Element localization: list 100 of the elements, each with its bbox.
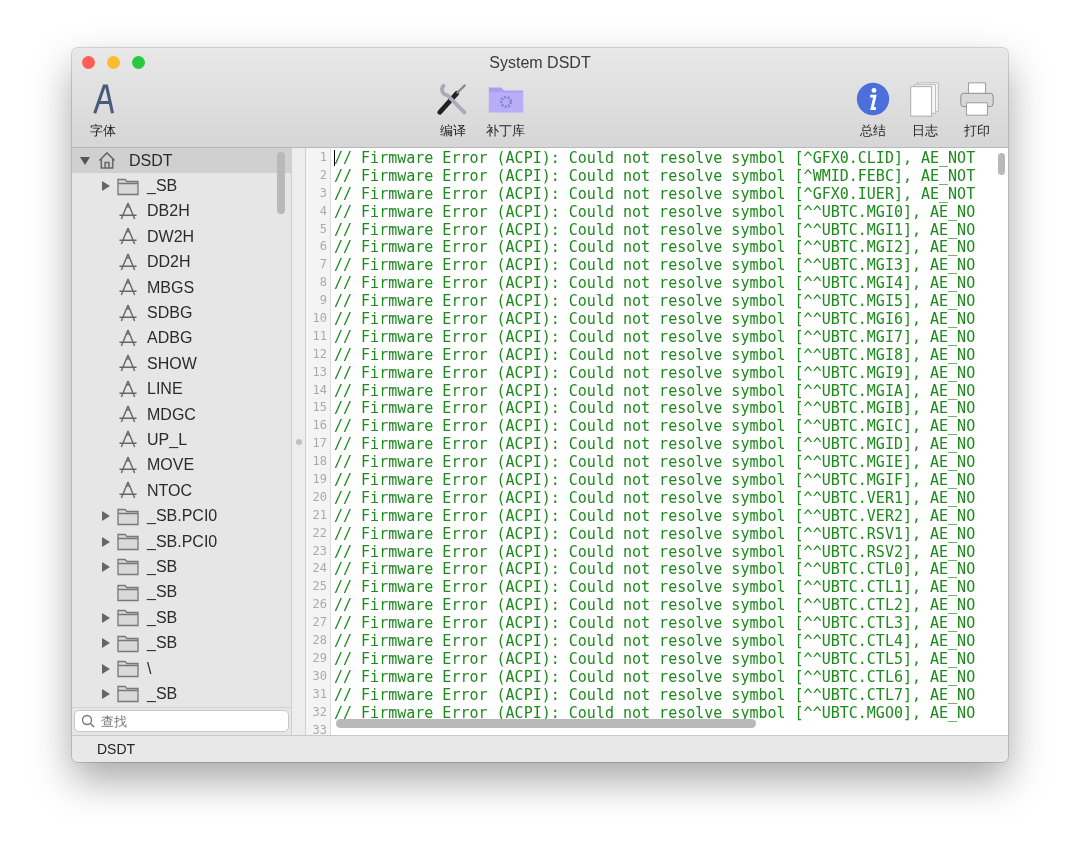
outline-item[interactable]: \ <box>72 655 291 682</box>
code-line: // Firmware Error (ACPI): Could not resolve symbol [^^UBTC.MGI2], AE_NO <box>334 238 976 257</box>
compass-icon <box>117 354 139 374</box>
code-line: // Firmware Error (ACPI): Could not resolve symbol [^^UBTC.CTL5], AE_NO <box>334 649 976 668</box>
search-icon <box>81 714 95 728</box>
code-line: // Firmware Error (ACPI): Could not resolve symbol [^^UBTC.MGIB], AE_NO <box>334 399 976 418</box>
outline-item[interactable]: _SB <box>72 173 291 199</box>
folder-icon <box>117 506 139 526</box>
print-toolbar-button[interactable]: 打印 <box>954 80 1000 140</box>
collapsed-triangle-icon[interactable] <box>101 511 111 522</box>
outline-item[interactable]: SHOW <box>72 351 291 377</box>
folder-icon <box>117 633 139 653</box>
line-number: 6 <box>318 238 328 256</box>
collapsed-triangle-icon[interactable] <box>101 561 111 572</box>
scrollbar-thumb[interactable] <box>998 153 1005 175</box>
line-number: 4 <box>318 202 328 220</box>
collapsed-triangle-icon[interactable] <box>101 663 111 674</box>
compass-icon <box>117 278 139 298</box>
collapsed-triangle-icon[interactable] <box>101 638 111 649</box>
code-line: // Firmware Error (ACPI): Could not resolve symbol [^^UBTC.MGI0], AE_NO <box>334 202 976 221</box>
patch-toolbar-button[interactable]: 补丁库 <box>482 80 529 140</box>
compass-icon <box>117 379 139 399</box>
code-line: // Firmware Error (ACPI): Could not resolve symbol [^^UBTC.MGI1], AE_NO <box>334 220 976 239</box>
code-line: // Firmware Error (ACPI): Could not resolve symbol [^^UBTC.RSV1], AE_NO <box>334 524 976 543</box>
compass-icon <box>117 328 139 348</box>
code-line: // Firmware Error (ACPI): Could not resolve symbol [^^UBTC.MGID], AE_NO <box>334 435 976 454</box>
compass-icon <box>117 252 139 272</box>
collapsed-triangle-icon[interactable] <box>101 688 111 699</box>
code-line: // Firmware Error (ACPI): Could not resolve symbol [^^UBTC.MGI8], AE_NO <box>334 345 976 364</box>
outline-item[interactable]: MBGS <box>72 274 291 301</box>
line-number: 7 <box>318 256 328 274</box>
scrollbar-thumb[interactable] <box>277 152 285 214</box>
compass-icon <box>117 405 139 425</box>
compile-toolbar-button[interactable]: 编译 <box>430 80 476 140</box>
collapsed-triangle-icon[interactable] <box>101 612 111 623</box>
compass-icon <box>117 481 139 501</box>
line-number: 24 <box>311 560 328 578</box>
line-number: 28 <box>311 632 328 650</box>
folder-icon <box>117 557 139 577</box>
line-number: 5 <box>318 220 328 238</box>
outline-item[interactable]: _SB <box>72 681 291 707</box>
outline-item[interactable]: DW2H <box>72 224 291 250</box>
line-number: 1 <box>318 149 328 166</box>
font-toolbar-button[interactable]: 字体 <box>80 80 126 140</box>
outline-item[interactable]: LINE <box>72 376 291 402</box>
code-line: // Firmware Error (ACPI): Could not resolve symbol [^^UBTC.CTL1], AE_NO <box>334 578 976 597</box>
scrollbar-thumb[interactable] <box>336 719 756 728</box>
outline-item[interactable]: ADBG <box>72 325 291 352</box>
search-field[interactable]: 查找 <box>74 710 289 732</box>
outline-item[interactable]: _SB.PCI0 <box>72 528 291 555</box>
house-icon <box>96 151 118 171</box>
outline-item[interactable]: SDBG <box>72 300 291 326</box>
info-icon <box>854 80 892 118</box>
outline-item[interactable]: _SB <box>72 579 291 606</box>
folder-icon <box>117 532 139 552</box>
line-number: 9 <box>318 292 328 310</box>
outline-item[interactable]: DD2H <box>72 249 291 275</box>
collapsed-triangle-icon[interactable] <box>101 536 111 547</box>
code-line: // Firmware Error (ACPI): Could not resolve symbol [^^UBTC.MGI3], AE_NO <box>334 256 976 275</box>
line-number: 19 <box>311 471 328 489</box>
line-number: 2 <box>318 166 328 184</box>
code-line: // Firmware Error (ACPI): Could not resolve symbol [^^UBTC.VER1], AE_NO <box>334 488 976 507</box>
line-number: 27 <box>311 614 328 632</box>
line-number: 29 <box>311 649 328 667</box>
line-number: 11 <box>311 327 328 345</box>
collapsed-triangle-icon[interactable] <box>101 181 111 192</box>
line-number: 15 <box>311 399 328 417</box>
code-line: // Firmware Error (ACPI): Could not resolve symbol [^^UBTC.VER2], AE_NO <box>334 506 976 525</box>
outline-item[interactable]: MOVE <box>72 452 291 479</box>
code-line: // Firmware Error (ACPI): Could not resolve symbol [^^UBTC.CTL0], AE_NO <box>334 560 976 579</box>
outline-item[interactable]: _SB <box>72 605 291 631</box>
outline-item[interactable]: _SB.PCI0 <box>72 503 291 529</box>
outline-item[interactable]: DSDT <box>72 148 291 174</box>
code-line: // Firmware Error (ACPI): Could not resolve symbol [^^UBTC.MGO0], AE_NO <box>334 703 976 722</box>
code-line: // Firmware Error (ACPI): Could not resolve symbol [^^UBTC.MGIC], AE_NO <box>334 417 976 436</box>
outline-item[interactable]: NTOC <box>72 478 291 504</box>
outline-item[interactable]: UP_L <box>72 427 291 453</box>
close-button[interactable] <box>82 56 95 69</box>
line-number: 20 <box>311 488 328 506</box>
line-number: 25 <box>311 578 328 596</box>
outline-item[interactable]: DB2H <box>72 198 291 225</box>
line-number: 30 <box>311 667 328 685</box>
info-toolbar-button[interactable]: 总结 <box>850 80 896 140</box>
folder-icon <box>117 684 139 704</box>
code-line: // Firmware Error (ACPI): Could not resolve symbol [^^UBTC.MGI7], AE_NO <box>334 327 976 346</box>
expanded-triangle-icon[interactable] <box>80 155 90 166</box>
compass-icon <box>117 430 139 450</box>
status-text: DSDT <box>97 741 136 757</box>
code-line: // Firmware Error (ACPI): Could not resolve symbol [^^UBTC.RSV2], AE_NO <box>334 542 976 561</box>
outline-item[interactable]: _SB <box>72 554 291 580</box>
compass-icon <box>117 455 139 475</box>
line-number: 16 <box>311 417 328 435</box>
code-line: // Firmware Error (ACPI): Could not resolve symbol [^^UBTC.MGI4], AE_NO <box>334 274 976 293</box>
line-number: 3 <box>318 184 328 202</box>
outline-item[interactable]: _SB <box>72 630 291 656</box>
code-line: // Firmware Error (ACPI): Could not resolve symbol [^^UBTC.MGIF], AE_NO <box>334 471 976 490</box>
line-number: 10 <box>311 310 328 327</box>
outline-item[interactable]: MDGC <box>72 401 291 428</box>
line-number: 23 <box>311 542 328 560</box>
log-toolbar-button[interactable]: 日志 <box>902 80 948 140</box>
